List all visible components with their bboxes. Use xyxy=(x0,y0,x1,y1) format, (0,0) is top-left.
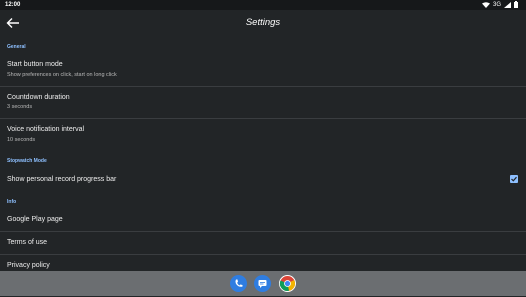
status-icons: 3G xyxy=(481,1,518,8)
divider xyxy=(0,254,526,255)
setting-subtitle: 3 seconds xyxy=(7,104,33,110)
setting-title: Google Play page xyxy=(7,216,63,223)
setting-subtitle: Show preferences on click, start on long… xyxy=(7,72,117,78)
chrome-logo-icon xyxy=(279,276,296,291)
divider xyxy=(0,231,526,232)
divider xyxy=(0,86,526,87)
setting-title: Terms of use xyxy=(7,239,48,246)
divider xyxy=(0,118,526,119)
section-header-info: Info xyxy=(7,199,17,205)
wifi-icon xyxy=(481,1,490,8)
setting-title: Countdown duration xyxy=(7,94,70,101)
app-bar: Settings xyxy=(0,10,526,36)
taskbar xyxy=(0,271,526,296)
message-bubble-icon xyxy=(258,280,267,288)
chrome-icon[interactable] xyxy=(279,275,296,292)
setting-title: Privacy policy xyxy=(7,262,50,269)
section-header-stopwatch-mode: Stopwatch Mode xyxy=(7,158,47,164)
battery-icon xyxy=(514,1,518,8)
section-header-general: General xyxy=(7,44,26,50)
phone-glyph-icon xyxy=(235,279,243,287)
signal-icon xyxy=(504,1,511,8)
page-title: Settings xyxy=(245,17,281,28)
network-type: 3G xyxy=(492,1,501,8)
setting-title: Show personal record progress bar xyxy=(7,176,117,183)
setting-subtitle: 10 seconds xyxy=(7,137,36,143)
status-time: 12:00 xyxy=(5,1,21,8)
phone-icon[interactable] xyxy=(230,275,247,292)
personal-record-checkbox[interactable] xyxy=(510,175,518,183)
setting-title: Voice notification interval xyxy=(7,126,85,133)
checkmark-icon xyxy=(511,176,517,182)
messages-icon[interactable] xyxy=(254,275,271,292)
status-bar: 12:00 3G xyxy=(0,0,526,10)
setting-title: Start button mode xyxy=(7,61,63,68)
